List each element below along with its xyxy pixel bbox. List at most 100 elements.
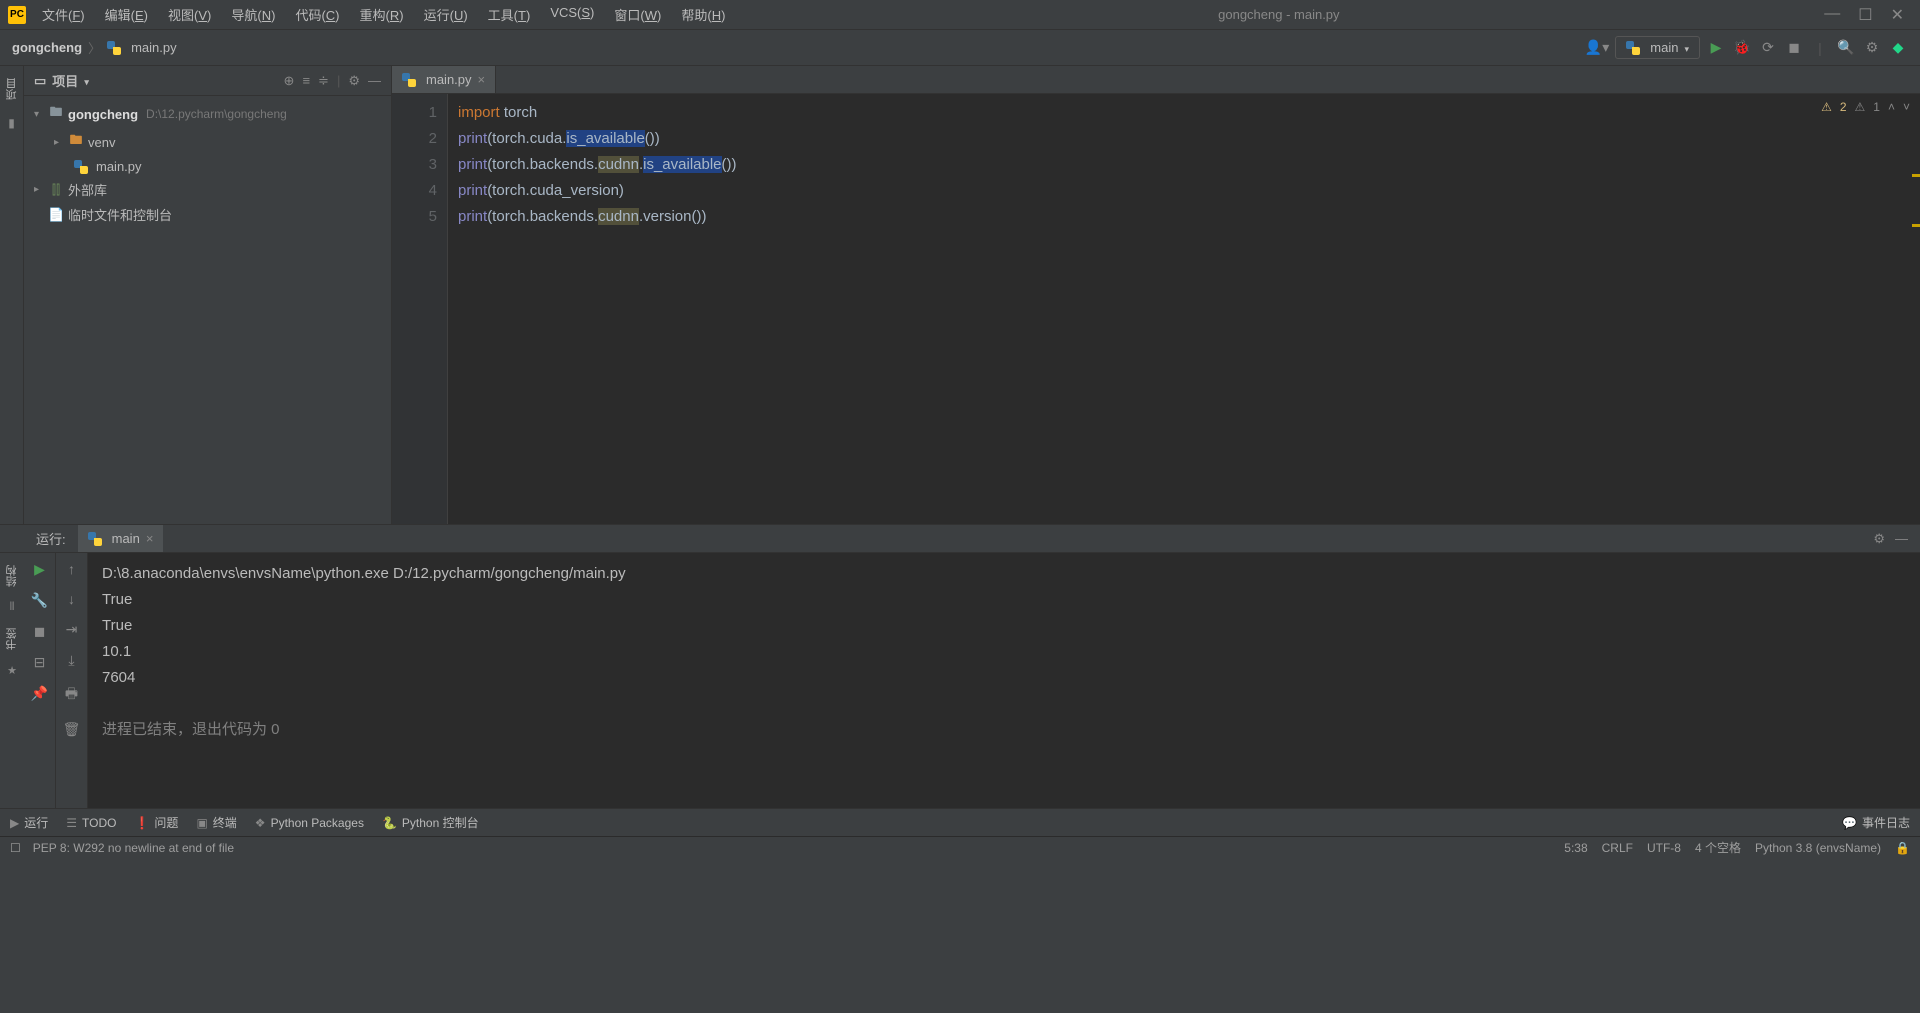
window-title: gongcheng - main.py xyxy=(733,7,1824,22)
menu-VCS[interactable]: VCS(S) xyxy=(542,1,602,28)
search-icon[interactable]: 🔍 xyxy=(1836,38,1856,58)
python-interpreter[interactable]: Python 3.8 (envsName) xyxy=(1755,841,1881,855)
target-icon[interactable]: ⊕ xyxy=(284,73,295,89)
editor-body[interactable]: 12345 import torchprint(torch.cuda.is_av… xyxy=(392,94,1920,524)
file-encoding[interactable]: UTF-8 xyxy=(1647,841,1681,855)
tree-venv-label: venv xyxy=(88,135,115,150)
menu-视图[interactable]: 视图(V) xyxy=(160,1,219,28)
problems-tool-button[interactable]: ❗问题 xyxy=(134,814,178,831)
console-output[interactable]: D:\8.anaconda\envs\envsName\python.exe D… xyxy=(88,553,1920,808)
run-button[interactable]: ▶ xyxy=(1706,38,1726,58)
project-panel-title[interactable]: ▭ 项目 xyxy=(34,71,89,90)
tree-ext-libs[interactable]: ▸ ⫿⫿ 外部库 xyxy=(24,177,391,202)
run-tab-close-icon[interactable]: × xyxy=(146,531,154,546)
stop-button[interactable]: ◼ xyxy=(1784,38,1804,58)
terminal-icon: ▣ xyxy=(196,816,207,830)
run-panel: 运行: main × ⚙ — 结构 ⫴ 书签 ★ ▶ 🔧 ◼ ⊟ 📌 ↑ ↓ ⇥ xyxy=(0,524,1920,808)
coverage-button[interactable]: ⟳ xyxy=(1758,38,1778,58)
bookmarks-tool-tab[interactable]: 书签 xyxy=(2,622,22,656)
structure-icon[interactable]: ⫴ xyxy=(10,601,15,614)
tree-file-main[interactable]: main.py xyxy=(24,156,391,177)
debug-button[interactable]: 🐞 xyxy=(1732,38,1752,58)
todo-tool-button[interactable]: ☰TODO xyxy=(66,816,116,830)
next-highlight-icon[interactable]: ˅ xyxy=(1903,100,1910,114)
structure-tool-tab[interactable]: 结构 xyxy=(2,559,22,593)
event-log-icon: 💬 xyxy=(1842,816,1857,830)
lock-icon[interactable]: 🔒 xyxy=(1895,841,1910,855)
print-icon[interactable]: 🖶 xyxy=(65,683,78,707)
event-log-button[interactable]: 💬 事件日志 xyxy=(1842,814,1910,831)
breadcrumb-project[interactable]: gongcheng xyxy=(12,40,82,55)
project-tool-tab[interactable]: 项目 xyxy=(2,72,22,106)
error-stripe[interactable] xyxy=(1910,94,1920,524)
collapse-icon[interactable]: ≑ xyxy=(318,73,329,89)
minimize-icon[interactable]: — xyxy=(1824,5,1840,25)
settings-icon[interactable]: ⚙ xyxy=(1862,38,1882,58)
prev-highlight-icon[interactable]: ˄ xyxy=(1888,100,1895,114)
menu-运行[interactable]: 运行(U) xyxy=(416,1,476,28)
weak-warning-icon: ⚠ xyxy=(1855,100,1866,114)
tree-root[interactable]: ▾ 🖿 gongcheng D:\12.pycharm\gongcheng xyxy=(24,100,391,128)
editor-tab-main[interactable]: main.py × xyxy=(392,66,496,93)
panel-settings-icon[interactable]: ⚙ xyxy=(348,73,360,89)
up-icon[interactable]: ↑ xyxy=(68,561,75,577)
left-tool-gutter: 项目 ▮ xyxy=(0,66,24,524)
packages-icon: ❖ xyxy=(255,816,266,830)
soft-wrap-icon[interactable]: ⇥ xyxy=(66,621,78,638)
stripe-mark[interactable] xyxy=(1912,174,1920,177)
terminal-tool-button[interactable]: ▣终端 xyxy=(196,814,236,831)
run-hide-icon[interactable]: — xyxy=(1895,531,1908,547)
run-tool-button[interactable]: ▶运行 xyxy=(10,814,48,831)
stop-icon[interactable]: ◼ xyxy=(34,623,46,640)
menu-工具[interactable]: 工具(T) xyxy=(480,1,539,28)
tree-venv[interactable]: ▸ 🖿 venv xyxy=(24,128,391,156)
editor-gutter: 12345 xyxy=(392,94,448,524)
packages-tool-button[interactable]: ❖Python Packages xyxy=(255,816,364,830)
layout-icon[interactable]: ⊟ xyxy=(34,654,46,671)
down-icon[interactable]: ↓ xyxy=(68,591,75,607)
clear-icon[interactable]: 🗑 xyxy=(63,721,81,738)
star-icon[interactable]: ★ xyxy=(7,664,17,677)
menu-代码[interactable]: 代码(C) xyxy=(287,1,347,28)
line-separator[interactable]: CRLF xyxy=(1602,841,1633,855)
menu-文件[interactable]: 文件(F) xyxy=(34,1,93,28)
menu-重构[interactable]: 重构(R) xyxy=(352,1,412,28)
project-view-dropdown-icon xyxy=(84,73,89,88)
separator: | xyxy=(1810,38,1830,58)
run-tab[interactable]: main × xyxy=(78,525,164,552)
indent-setting[interactable]: 4 个空格 xyxy=(1695,839,1741,856)
caret-position[interactable]: 5:38 xyxy=(1564,841,1587,855)
tree-scratch-label: 临时文件和控制台 xyxy=(68,205,172,224)
python-console-tool-button[interactable]: 🐍Python 控制台 xyxy=(382,814,479,831)
menu-导航[interactable]: 导航(N) xyxy=(223,1,283,28)
stripe-mark[interactable] xyxy=(1912,224,1920,227)
run-config-name: main xyxy=(1650,40,1678,55)
panel-hide-icon[interactable]: — xyxy=(368,73,381,89)
editor-inspections[interactable]: ⚠2 ⚠1 ˄ ˅ xyxy=(1821,100,1910,114)
label: 问题 xyxy=(154,814,178,831)
user-icon[interactable]: 👤▾ xyxy=(1585,39,1609,56)
rerun-button[interactable]: ▶ xyxy=(34,561,45,578)
wrench-icon[interactable]: 🔧 xyxy=(31,592,48,609)
code-with-me-icon[interactable]: ◆ xyxy=(1888,38,1908,58)
scroll-end-icon[interactable]: ⤓ xyxy=(68,652,74,669)
editor-tabs: main.py × xyxy=(392,66,1920,94)
menu-窗口[interactable]: 窗口(W) xyxy=(606,1,669,28)
tool-windows-icon[interactable]: ☐ xyxy=(10,841,21,855)
bookmarks-icon[interactable]: ▮ xyxy=(8,116,15,130)
menu-编辑[interactable]: 编辑(E) xyxy=(97,1,156,28)
breadcrumb-file[interactable]: main.py xyxy=(131,40,177,55)
tab-close-icon[interactable]: × xyxy=(478,72,486,87)
python-file-icon xyxy=(402,73,416,87)
label: 事件日志 xyxy=(1862,814,1910,831)
pin-icon[interactable]: 📌 xyxy=(31,685,48,702)
run-settings-icon[interactable]: ⚙ xyxy=(1873,531,1885,547)
menu-帮助[interactable]: 帮助(H) xyxy=(673,1,733,28)
inspection-message[interactable]: PEP 8: W292 no newline at end of file xyxy=(33,841,234,855)
code-area[interactable]: import torchprint(torch.cuda.is_availabl… xyxy=(448,94,1920,524)
tree-scratch[interactable]: 📄 临时文件和控制台 xyxy=(24,202,391,227)
close-icon[interactable]: ✕ xyxy=(1891,5,1904,25)
expand-icon[interactable]: ≡ xyxy=(302,73,310,89)
run-config-selector[interactable]: main xyxy=(1615,36,1700,59)
maximize-icon[interactable]: ☐ xyxy=(1858,5,1872,25)
